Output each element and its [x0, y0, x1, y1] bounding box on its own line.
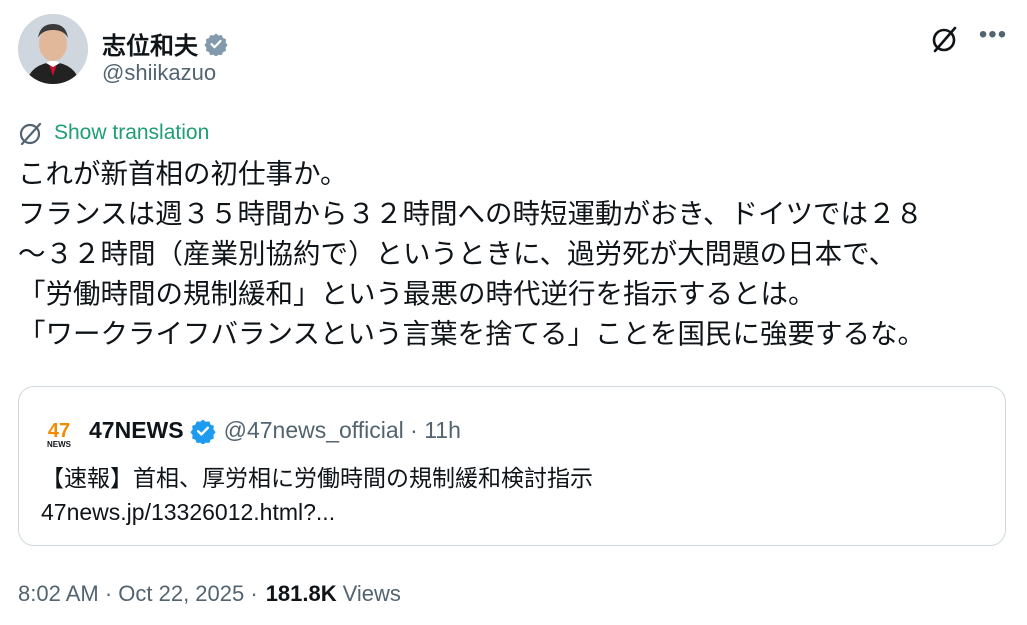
quote-link[interactable]: 47news.jp/13326012.html?... [41, 495, 335, 529]
show-translation-link[interactable]: Show translation [18, 120, 209, 146]
svg-text:47: 47 [48, 420, 70, 442]
timestamp[interactable]: 8:02 AM · Oct 22, 2025 · [18, 581, 258, 607]
author-name[interactable]: 志位和夫 [102, 26, 198, 61]
gray-verified-badge-icon [204, 33, 228, 56]
quote-text: 【速報】首相、厚労相に労働時間の規制緩和検討指示 [41, 465, 593, 491]
author-name-row: 志位和夫 [102, 26, 228, 61]
grok-icon[interactable] [930, 24, 960, 54]
views-label: Views [342, 581, 401, 606]
tweet-header: 志位和夫 @shiikazuo ••• [18, 14, 1018, 94]
avatar[interactable] [18, 14, 88, 84]
svg-text:NEWS: NEWS [47, 440, 72, 449]
quote-handle-time: @47news_official · 11h [223, 417, 461, 443]
translate-label: Show translation [54, 121, 210, 144]
quoted-tweet[interactable]: 47 NEWS 47NEWS @47news_official · 11h 【速… [18, 386, 1006, 546]
tweet-footer: 8:02 AM · Oct 22, 2025 · 181.8K Views [18, 581, 401, 607]
quote-header: 47NEWS @47news_official · 11h [89, 417, 461, 444]
47news-logo: 47 NEWS [47, 420, 72, 449]
tweet-text: これが新首相の初仕事か。 フランスは週３５時間から３２時間への時短運動がおき、ド… [18, 158, 925, 349]
more-icon[interactable]: ••• [978, 20, 1008, 50]
translate-icon [19, 122, 42, 146]
blue-verified-badge-icon [190, 419, 216, 444]
quote-author-name[interactable]: 47NEWS [89, 417, 184, 444]
views-count: 181.8K [265, 581, 337, 606]
author-handle[interactable]: @shiikazuo [102, 60, 216, 86]
